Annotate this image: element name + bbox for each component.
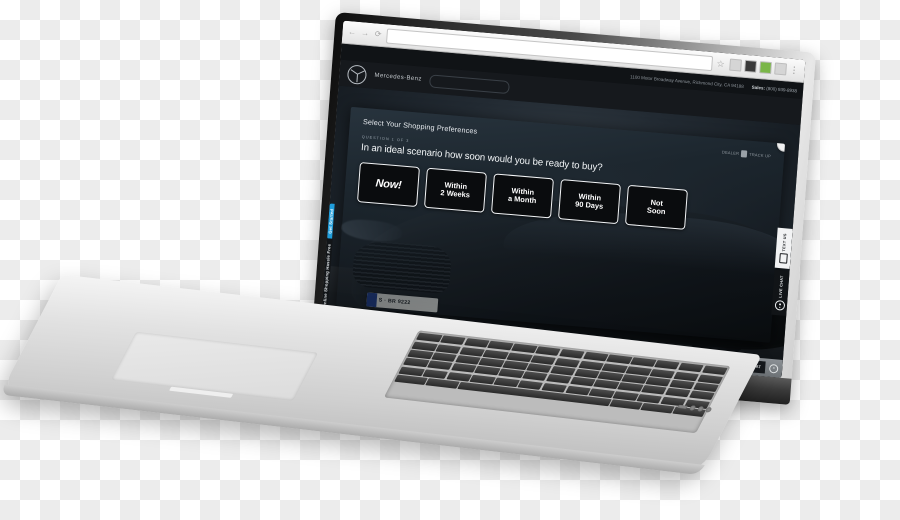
- trackpad-notch: [169, 386, 234, 398]
- option-now[interactable]: Now!: [356, 161, 420, 208]
- live-chat-tab[interactable]: LIVE CHAT: [771, 269, 790, 316]
- bookmark-star-icon[interactable]: ☆: [716, 58, 727, 69]
- extension-icon-1[interactable]: [729, 58, 743, 72]
- search-input[interactable]: [429, 73, 511, 94]
- trackpad[interactable]: [111, 331, 319, 401]
- back-arrow-icon[interactable]: ←: [347, 27, 357, 38]
- hassle-free-tab[interactable]: Online Shopping Hassle Free: [321, 238, 333, 313]
- forward-arrow-icon[interactable]: →: [360, 28, 370, 39]
- option-90days-line2: 90 Days: [574, 199, 604, 211]
- sales-label: Sales:: [751, 84, 766, 91]
- option-2weeks-line2: 2 Weeks: [440, 187, 471, 200]
- text-us-tab[interactable]: TEXT US: [774, 227, 793, 270]
- footer-close-icon[interactable]: ×: [768, 363, 779, 374]
- modal-logo-left-text: DEALER: [721, 149, 740, 156]
- extension-icon-4[interactable]: [774, 62, 788, 76]
- text-us-tab-label: TEXT US: [781, 233, 787, 252]
- option-within-2-weeks[interactable]: Within 2 Weeks: [423, 167, 487, 213]
- reload-icon[interactable]: ⟳: [373, 29, 383, 40]
- port-round-2: [696, 406, 705, 412]
- person-icon: [774, 299, 785, 311]
- sales-phone-number: (800) 939-8938: [766, 85, 798, 93]
- keyboard[interactable]: [383, 330, 731, 434]
- dealer-phone[interactable]: Sales: (800) 939-8938: [752, 84, 798, 93]
- option-month-line2: a Month: [507, 193, 537, 206]
- option-within-90-days[interactable]: Within 90 Days: [557, 179, 621, 225]
- option-now-label: Now!: [375, 177, 402, 192]
- port-round-1: [688, 405, 697, 411]
- shopping-preferences-modal: Select Your Shopping Preferences DEALER …: [336, 106, 786, 343]
- port-round-3: [704, 407, 713, 413]
- option-not-soon[interactable]: Not Soon: [624, 184, 688, 230]
- phone-icon: [778, 253, 788, 264]
- modal-logo-right-text: TRACK UP: [748, 151, 772, 159]
- mercedes-star-icon: [346, 63, 368, 85]
- browser-menu-icon[interactable]: ⋮: [789, 65, 800, 76]
- laptop-mockup: ← → ⟳ ☆ ⋮ 1100 Motor Broadway Avenue, Ri…: [0, 0, 900, 520]
- site-brand-name: Mercedes-Benz: [374, 72, 422, 83]
- modal-logo-mark: [740, 150, 748, 158]
- extension-icon-2[interactable]: [744, 59, 758, 73]
- port-slot: [677, 404, 688, 410]
- extension-icon-3[interactable]: [759, 61, 773, 75]
- browser-extensions: ☆ ⋮: [716, 57, 800, 76]
- option-notsoon-line2: Soon: [646, 205, 666, 217]
- option-within-a-month[interactable]: Within a Month: [490, 173, 554, 219]
- get-started-tab[interactable]: Get Started: [327, 203, 335, 239]
- live-chat-tab-label: LIVE CHAT: [778, 275, 784, 299]
